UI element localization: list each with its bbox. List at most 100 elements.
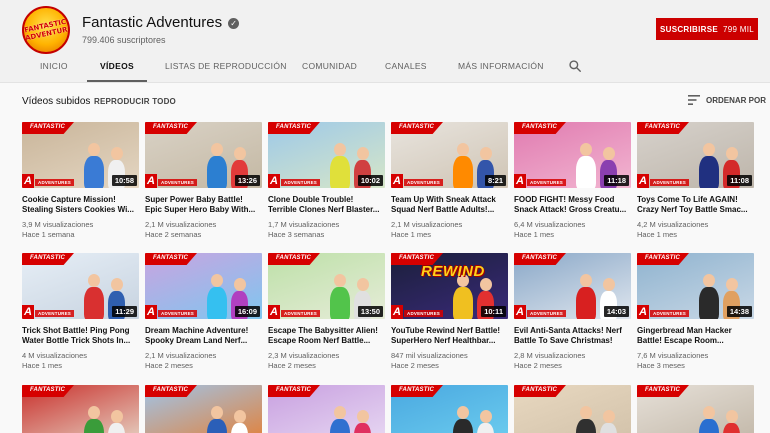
video-title-line: FOOD FIGHT! Messy Food xyxy=(514,195,615,204)
thumbnail-figure-head xyxy=(602,147,615,160)
video-thumbnail[interactable]: FANTASTIC A ADVENTURES 11:29 xyxy=(22,253,139,319)
tab-inicio[interactable]: INICIO xyxy=(40,54,68,82)
video-thumbnail[interactable]: FANTASTICAADVENTURES xyxy=(145,385,262,433)
video-title[interactable]: Trick Shot Battle! Ping Pong Water Bottle… xyxy=(22,326,139,346)
search-icon[interactable] xyxy=(568,59,582,73)
video-title-line: Escape The Babysitter Alien! xyxy=(268,326,378,335)
video-title[interactable]: Team Up With Sneak Attack Squad Nerf Batt… xyxy=(391,195,508,215)
video-thumbnail[interactable]: FANTASTICAADVENTURES xyxy=(514,385,631,433)
video-thumbnail[interactable]: FANTASTICAADVENTURES xyxy=(22,385,139,433)
thumbnail-figure-head xyxy=(703,143,715,156)
video-views: 4,2 M visualizaciones xyxy=(637,220,709,229)
video-thumbnail[interactable]: FANTASTIC A ADVENTURES 11:18 xyxy=(514,122,631,188)
video-title[interactable]: Gingerbread Man Hacker Battle! Escape Roo… xyxy=(637,326,754,346)
thumbnail-figure-head xyxy=(703,274,715,287)
thumbnail-figure-head xyxy=(88,143,100,156)
video-duration: 8:21 xyxy=(484,175,506,186)
video-thumbnail[interactable]: FANTASTIC A ADVENTURES 13:50 xyxy=(268,253,385,319)
thumbnail-figure xyxy=(207,419,227,433)
video-title-line: Battle! Escape Room... xyxy=(637,336,724,345)
video-meta: 7,6 M visualizaciones Hace 3 meses xyxy=(637,351,754,371)
brand-banner-bottom-text: ADVENTURES xyxy=(35,179,75,186)
tab-listas[interactable]: LISTAS DE REPRODUCCIÓN xyxy=(165,54,287,82)
video-title[interactable]: Evil Anti-Santa Attacks! Nerf Battle To S… xyxy=(514,326,631,346)
video-thumbnail[interactable]: FANTASTIC A ADVENTURES 8:21 xyxy=(391,122,508,188)
tab-videos[interactable]: VÍDEOS xyxy=(87,54,147,82)
channel-name[interactable]: Fantastic Adventures ✓ xyxy=(82,14,240,31)
video-title[interactable]: Super Power Baby Battle! Epic Super Hero … xyxy=(145,195,262,215)
brand-banner-top-text: FANTASTIC xyxy=(276,255,312,261)
video-thumbnail[interactable]: FANTASTIC A ADVENTURES 16:09 xyxy=(145,253,262,319)
video-title[interactable]: Clone Double Trouble! Terrible Clones Ner… xyxy=(268,195,385,215)
video-duration: 13:26 xyxy=(234,175,260,186)
thumbnail-figure xyxy=(330,287,350,319)
sort-icon xyxy=(688,95,700,105)
video-thumbnail[interactable]: FANTASTIC A ADVENTURES 10:02 xyxy=(268,122,385,188)
video-thumbnail[interactable]: FANTASTICAADVENTURES xyxy=(637,385,754,433)
video-meta: 6,4 M visualizaciones Hace 1 mes xyxy=(514,220,631,240)
channel-name-text: Fantastic Adventures xyxy=(82,14,223,31)
video-duration: 10:11 xyxy=(481,306,506,317)
video-title[interactable]: Escape The Babysitter Alien! Escape Room … xyxy=(268,326,385,346)
thumbnail-figure xyxy=(453,419,473,433)
channel-tabs: INICIO VÍDEOS LISTAS DE REPRODUCCIÓN COM… xyxy=(0,54,770,82)
brand-banner-top-text: FANTASTIC xyxy=(153,124,189,130)
video-thumbnail[interactable]: FANTASTIC A ADVENTURES 11:08 xyxy=(637,122,754,188)
brand-banner-bottom-text: ADVENTURES xyxy=(281,179,321,186)
subscribe-button[interactable]: SUSCRIBIRSE 799 MIL xyxy=(656,18,758,40)
brand-letter: A xyxy=(514,174,526,188)
brand-letter: A xyxy=(391,305,403,319)
video-title[interactable]: Toys Come To Life AGAIN! Crazy Nerf Toy B… xyxy=(637,195,754,215)
video-title[interactable]: FOOD FIGHT! Messy Food Snack Attack! Gros… xyxy=(514,195,631,215)
video-views: 2,1 M visualizaciones xyxy=(145,351,217,360)
brand-banner-top-text: FANTASTIC xyxy=(153,255,189,261)
video-thumbnail[interactable]: FANTASTIC A ADVENTURES 13:26 xyxy=(145,122,262,188)
video-thumbnail[interactable]: FANTASTIC A ADVENTURES 14:03 xyxy=(514,253,631,319)
video-meta: 4 M visualizaciones Hace 1 mes xyxy=(22,351,139,371)
video-thumbnail[interactable]: FANTASTICAADVENTURES xyxy=(391,385,508,433)
video-age: Hace 2 semanas xyxy=(145,230,202,239)
sort-label: ORDENAR POR xyxy=(706,95,767,105)
video-title[interactable]: Dream Machine Adventure! Spooky Dream Lan… xyxy=(145,326,262,346)
thumbnail-figure-head xyxy=(110,147,123,160)
brand-letter: A xyxy=(268,174,280,188)
video-views: 6,4 M visualizaciones xyxy=(514,220,586,229)
tab-mas-informacion[interactable]: MÁS INFORMACIÓN xyxy=(458,54,544,82)
thumbnail-figure-head xyxy=(580,406,592,419)
brand-banner-bottom-text: ADVENTURES xyxy=(650,179,690,186)
brand-banner-top-text: FANTASTIC xyxy=(276,387,312,393)
thumbnail-figure xyxy=(453,287,473,319)
video-age: Hace 1 mes xyxy=(22,361,63,370)
video-title-line: SuperHero Nerf Healthbar... xyxy=(391,336,496,345)
subscriber-count: 799.406 suscriptores xyxy=(82,35,166,45)
tab-comunidad[interactable]: COMUNIDAD xyxy=(302,54,357,82)
video-duration: 11:08 xyxy=(727,175,752,186)
video-views: 1,7 M visualizaciones xyxy=(268,220,340,229)
video-meta: 2,1 M visualizaciones Hace 2 meses xyxy=(145,351,262,371)
tab-canales[interactable]: CANALES xyxy=(385,54,427,82)
video-title[interactable]: Cookie Capture Mission! Stealing Sisters … xyxy=(22,195,139,215)
video-title-line: Battle To Save Christmas! xyxy=(514,336,613,345)
video-thumbnail[interactable]: FANTASTIC A ADVENTURES REWIND 10:11 xyxy=(391,253,508,319)
channel-avatar[interactable]: FANTASTIC ADVENTURES! xyxy=(22,6,70,54)
video-meta: 3,9 M visualizaciones Hace 1 semana xyxy=(22,220,139,240)
sort-button[interactable]: ORDENAR POR xyxy=(688,95,766,105)
brand-banner-top-text: FANTASTIC xyxy=(153,387,189,393)
thumbnail-figure-head xyxy=(356,410,369,423)
video-title-line: Toys Come To Life AGAIN! xyxy=(637,195,738,204)
brand-banner-top-text: FANTASTIC xyxy=(645,124,681,130)
video-title-line: YouTube Rewind Nerf Battle! xyxy=(391,326,501,335)
thumbnail-figure xyxy=(207,156,227,188)
video-views: 7,6 M visualizaciones xyxy=(637,351,709,360)
video-thumbnail[interactable]: FANTASTICAADVENTURES xyxy=(268,385,385,433)
thumbnail-figure xyxy=(576,156,596,188)
brand-banner-top-text: FANTASTIC xyxy=(30,255,66,261)
video-age: Hace 3 semanas xyxy=(268,230,325,239)
play-all-button[interactable]: REPRODUCIR TODO xyxy=(94,97,176,106)
video-thumbnail[interactable]: FANTASTIC A ADVENTURES 10:58 xyxy=(22,122,139,188)
brand-banner-bottom-text: ADVENTURES xyxy=(527,179,567,186)
video-age: Hace 1 mes xyxy=(391,230,432,239)
video-thumbnail[interactable]: FANTASTIC A ADVENTURES 14:38 xyxy=(637,253,754,319)
brand-banner-top-text: FANTASTIC xyxy=(645,255,681,261)
video-title[interactable]: YouTube Rewind Nerf Battle! SuperHero Ner… xyxy=(391,326,508,346)
